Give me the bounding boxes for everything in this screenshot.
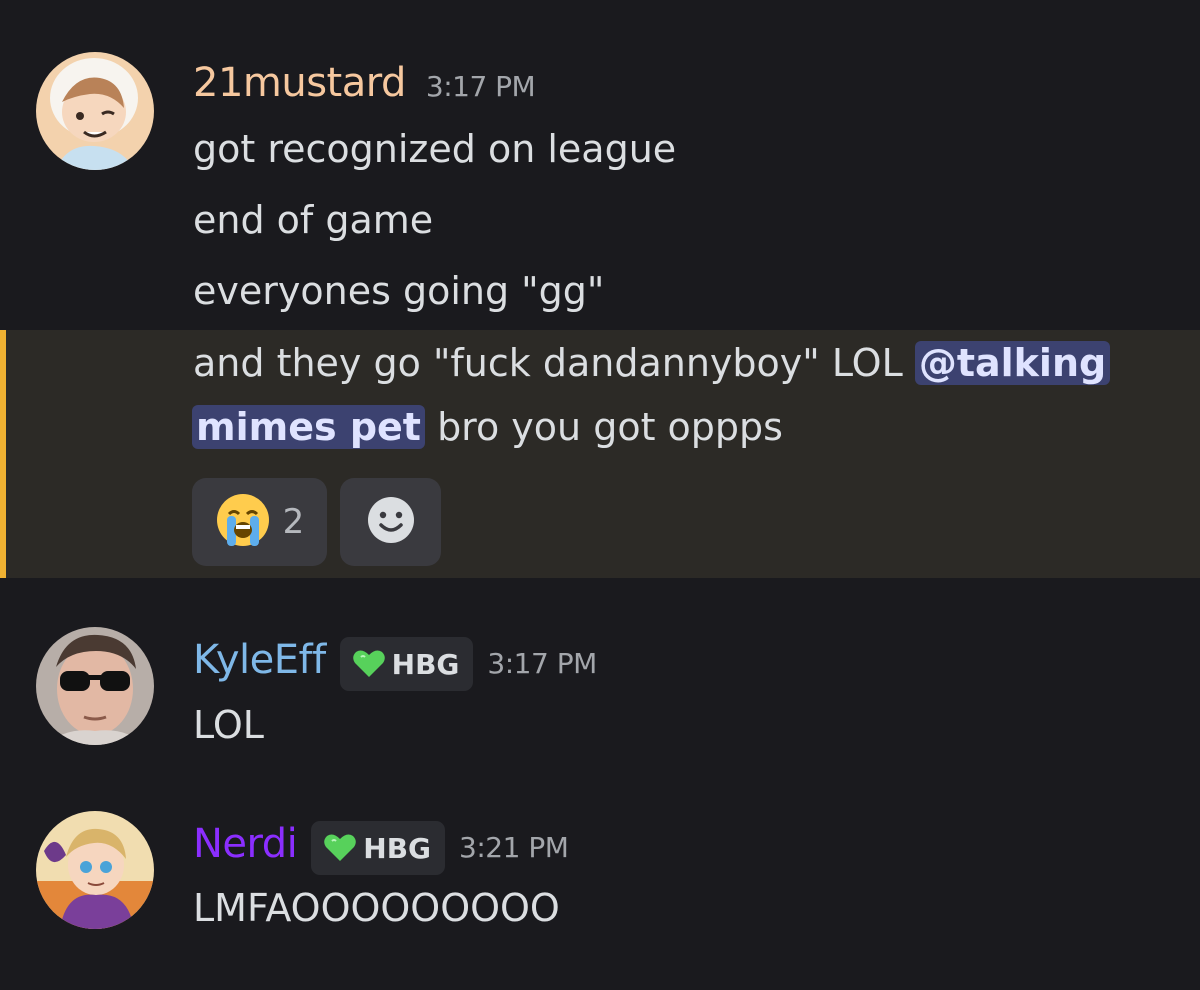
avatar-nerdi-image: [36, 811, 154, 929]
message-line-highlighted-cont: mimes pet bro you got oppps: [192, 404, 783, 450]
guild-tag[interactable]: HBG: [339, 637, 474, 691]
timestamp[interactable]: 3:17 PM: [487, 647, 597, 680]
message-line: everyones going "gg": [193, 269, 605, 313]
guild-tag[interactable]: HBG: [311, 821, 446, 875]
avatar-21mustard[interactable]: [36, 52, 154, 170]
guild-tag-label: HBG: [363, 831, 432, 865]
avatar-21mustard-image: [36, 52, 154, 170]
guild-tag-label: HBG: [391, 647, 460, 681]
timestamp[interactable]: 3:17 PM: [426, 70, 536, 103]
message-header-nerdi: Nerdi HBG 3:21 PM: [193, 821, 569, 875]
username-kyleeff[interactable]: KyleEff: [193, 637, 326, 683]
reaction-crying[interactable]: 2: [192, 478, 327, 566]
message-text: bro you got oppps: [424, 405, 783, 449]
add-reaction-button[interactable]: [340, 478, 441, 566]
avatar-kyleeff-image: [36, 627, 154, 745]
timestamp[interactable]: 3:21 PM: [459, 831, 569, 864]
reaction-count: 2: [282, 502, 305, 542]
message-text: and they go "fuck dandannyboy" LOL: [193, 341, 915, 385]
mention-highlight-bar: [0, 330, 6, 578]
smiley-icon: [366, 495, 416, 549]
user-mention[interactable]: @talking: [914, 341, 1111, 385]
avatar-kyleeff[interactable]: [36, 627, 154, 745]
message-line: LMFAOOOOOOOOO: [193, 886, 560, 930]
heart-icon: [323, 833, 357, 863]
message-line: end of game: [193, 198, 434, 242]
user-mention[interactable]: mimes pet: [192, 405, 425, 449]
loudly-crying-face-icon: [215, 492, 271, 552]
username-nerdi[interactable]: Nerdi: [193, 821, 298, 867]
message-line-highlighted: and they go "fuck dandannyboy" LOL @talk…: [193, 340, 1111, 386]
heart-icon: [352, 649, 386, 679]
message-header-kyleeff: KyleEff HBG 3:17 PM: [193, 637, 597, 691]
message-line: LOL: [193, 703, 264, 747]
message-header-21mustard: 21mustard 3:17 PM: [193, 60, 536, 106]
message-line: got recognized on league: [193, 127, 677, 171]
avatar-nerdi[interactable]: [36, 811, 154, 929]
username-21mustard[interactable]: 21mustard: [193, 60, 406, 106]
